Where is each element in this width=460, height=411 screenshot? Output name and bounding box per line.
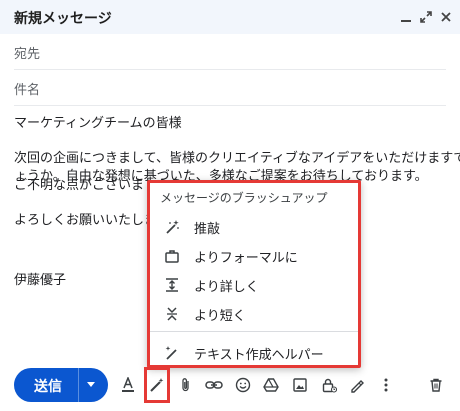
minimize-icon xyxy=(401,20,411,22)
format-text-icon xyxy=(122,377,134,392)
insert-photo-button[interactable] xyxy=(289,374,311,396)
refine-message-popup: メッセージのブラッシュアップ 推敲 よりフォーマルに より詳しく より短く テキ… xyxy=(147,180,361,368)
send-button[interactable]: 送信 xyxy=(14,368,108,402)
menu-item-shorten-label: より短く xyxy=(194,309,246,324)
briefcase-icon xyxy=(165,250,179,263)
menu-item-formal-label: よりフォーマルに xyxy=(194,251,298,266)
to-field[interactable]: 宛先 xyxy=(14,34,446,70)
menu-item-polish[interactable]: 推敲 xyxy=(150,213,358,241)
send-divider xyxy=(78,368,79,402)
collapse-vertical-icon xyxy=(167,307,177,321)
more-options-button[interactable] xyxy=(375,374,397,396)
menu-item-shorten[interactable]: より短く xyxy=(150,300,358,328)
format-text-button[interactable] xyxy=(117,374,139,396)
link-button[interactable] xyxy=(203,374,225,396)
close-button[interactable] xyxy=(438,9,454,25)
compose-header: 新規メッセージ xyxy=(0,0,460,34)
fullscreen-button[interactable] xyxy=(418,9,434,25)
menu-item-elaborate[interactable]: より詳しく xyxy=(150,271,358,299)
emoji-button[interactable] xyxy=(232,374,254,396)
attach-button[interactable] xyxy=(175,374,197,396)
to-label: 宛先 xyxy=(14,47,41,62)
menu-item-polish-label: 推敲 xyxy=(194,222,221,237)
emoji-icon xyxy=(235,377,251,393)
chevron-down-icon[interactable] xyxy=(86,381,96,389)
attach-icon xyxy=(182,378,189,392)
popup-title: メッセージのブラッシュアップ xyxy=(160,191,328,205)
confidential-lock-icon xyxy=(322,378,337,393)
body-greeting: マーケティングチームの皆様 xyxy=(14,116,182,131)
compose-title: 新規メッセージ xyxy=(14,11,112,27)
help-me-write-button[interactable] xyxy=(146,374,168,396)
close-icon xyxy=(441,12,451,22)
delete-icon xyxy=(430,378,442,392)
confidential-mode-button[interactable] xyxy=(318,374,340,396)
more-options-icon xyxy=(384,378,388,392)
link-icon xyxy=(205,381,223,389)
signature-button[interactable] xyxy=(346,374,368,396)
menu-item-help-me-write[interactable]: テキスト作成ヘルパー xyxy=(150,339,358,367)
pen-sparkle-icon xyxy=(165,346,177,360)
help-me-write-icon xyxy=(150,378,164,392)
subject-label: 件名 xyxy=(14,83,41,98)
photo-icon xyxy=(293,378,307,392)
drive-icon xyxy=(263,378,279,392)
popup-divider xyxy=(150,331,358,332)
sparkle-pen-icon xyxy=(166,220,179,234)
send-label: 送信 xyxy=(34,379,62,395)
minimize-button[interactable] xyxy=(398,9,414,25)
menu-item-formal[interactable]: よりフォーマルに xyxy=(150,242,358,270)
signature-pen-icon xyxy=(351,380,364,393)
expand-diagonal-icon xyxy=(420,11,432,23)
drive-button[interactable] xyxy=(260,374,282,396)
expand-vertical-icon xyxy=(166,278,178,292)
menu-item-elaborate-label: より詳しく xyxy=(194,280,259,295)
discard-draft-button[interactable] xyxy=(425,374,447,396)
menu-item-help-me-write-label: テキスト作成ヘルパー xyxy=(194,348,324,363)
body-signature: 伊藤優子 xyxy=(14,273,67,288)
subject-field[interactable]: 件名 xyxy=(14,70,446,106)
